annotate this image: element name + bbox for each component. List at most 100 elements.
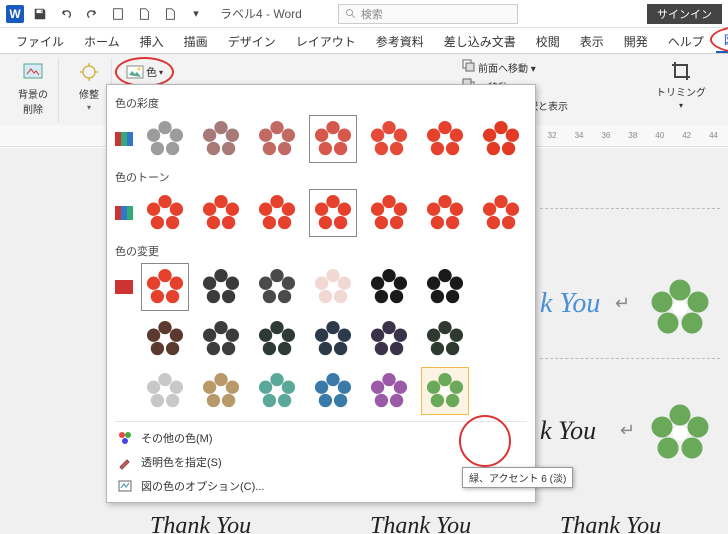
thank-you-script: k You <box>540 288 600 320</box>
search-icon <box>345 8 357 20</box>
flower-image[interactable] <box>650 278 710 338</box>
crop-button[interactable]: トリミング ▾ <box>652 58 710 112</box>
tone-swatch[interactable] <box>253 189 301 237</box>
saturation-swatch[interactable] <box>141 115 189 163</box>
recolor-swatch[interactable] <box>141 263 189 311</box>
saturation-swatch[interactable] <box>197 115 245 163</box>
recolor-swatch[interactable] <box>421 315 469 363</box>
recolor-row <box>115 261 527 313</box>
tone-heading: 色のトーン <box>115 169 527 185</box>
tab-draw[interactable]: 描画 <box>176 30 216 53</box>
saturation-swatch[interactable] <box>253 115 301 163</box>
eyedropper-icon <box>117 454 133 470</box>
document-title: ラベル4 - Word <box>220 5 302 22</box>
title-bar: W ▾ ラベル4 - Word 検索 サインイン <box>0 0 728 28</box>
recolor-lead-icon <box>115 280 133 294</box>
recolor-lead-icon <box>115 384 133 398</box>
saturation-heading: 色の彩度 <box>115 95 527 111</box>
recolor-swatch[interactable] <box>421 367 469 415</box>
remove-background-button[interactable]: 背景の 削除 <box>14 58 52 118</box>
new-icon[interactable] <box>134 4 154 24</box>
color-label: 色 <box>146 64 157 80</box>
set-transparent-label: 透明色を指定(S) <box>141 454 222 470</box>
thank-you-serif: k You <box>540 416 596 446</box>
color-button[interactable]: 色 ▾ <box>120 60 169 84</box>
recolor-swatch[interactable] <box>141 315 189 363</box>
tab-layout[interactable]: レイアウト <box>288 30 364 53</box>
tab-home[interactable]: ホーム <box>76 30 128 53</box>
recolor-heading: 色の変更 <box>115 243 527 259</box>
recolor-swatch[interactable] <box>365 315 413 363</box>
tab-references[interactable]: 参考資料 <box>368 30 432 53</box>
tab-help[interactable]: ヘルプ <box>660 30 712 53</box>
crop-label: トリミング <box>656 84 706 99</box>
color-options-label: 図の色のオプション(C)... <box>141 478 264 494</box>
recolor-swatch[interactable] <box>253 263 301 311</box>
color-dropdown: 色の彩度 色のトーン 色の変更 その他の色(M) 透明色を指定(S) 図の色のオ… <box>106 84 536 503</box>
remove-bg-icon <box>21 60 45 84</box>
tone-swatch[interactable] <box>141 189 189 237</box>
undo-icon[interactable] <box>56 4 76 24</box>
search-placeholder: 検索 <box>361 6 383 22</box>
saturation-swatch[interactable] <box>309 115 357 163</box>
open-icon[interactable] <box>160 4 180 24</box>
paragraph-mark-icon: ↵ <box>620 420 635 441</box>
app-icon: W <box>6 5 24 23</box>
signin-button[interactable]: サインイン <box>647 4 722 24</box>
crop-icon <box>670 60 692 82</box>
tab-mailings[interactable]: 差し込み文書 <box>436 30 524 53</box>
recolor-lead-icon <box>115 332 133 346</box>
group-remove-background: 背景の 削除 <box>8 58 59 122</box>
bring-forward-button[interactable]: 前面へ移動 ▾ <box>461 58 568 75</box>
recolor-swatch[interactable] <box>365 263 413 311</box>
tone-swatch[interactable] <box>365 189 413 237</box>
recolor-swatch[interactable] <box>365 367 413 415</box>
saturation-lead-icon <box>115 132 133 146</box>
recolor-swatch[interactable] <box>197 263 245 311</box>
tone-swatch[interactable] <box>477 189 525 237</box>
recolor-swatch[interactable] <box>253 315 301 363</box>
corrections-label: 修整 <box>79 86 99 101</box>
recolor-swatch[interactable] <box>253 367 301 415</box>
tab-review[interactable]: 校閲 <box>528 30 568 53</box>
search-input[interactable]: 検索 <box>338 4 518 24</box>
tab-design[interactable]: デザイン <box>220 30 284 53</box>
tab-insert[interactable]: 挿入 <box>132 30 172 53</box>
corrections-icon <box>77 60 101 84</box>
redo-icon[interactable] <box>82 4 102 24</box>
ribbon-tabs: ファイル ホーム 挿入 描画 デザイン レイアウト 参考資料 差し込み文書 校閲… <box>0 28 728 54</box>
save-icon[interactable] <box>30 4 50 24</box>
recolor-swatch[interactable] <box>309 315 357 363</box>
recolor-swatch[interactable] <box>197 367 245 415</box>
recolor-row <box>115 365 527 417</box>
tone-row <box>115 187 527 239</box>
touch-icon[interactable] <box>108 4 128 24</box>
more-colors-item[interactable]: その他の色(M) <box>115 426 527 450</box>
tab-file[interactable]: ファイル <box>8 30 72 53</box>
tone-swatch[interactable] <box>421 189 469 237</box>
tab-view[interactable]: 表示 <box>572 30 612 53</box>
saturation-swatch[interactable] <box>477 115 525 163</box>
recolor-swatch[interactable] <box>309 263 357 311</box>
saturation-swatch[interactable] <box>365 115 413 163</box>
recolor-swatch[interactable] <box>309 367 357 415</box>
recolor-swatch[interactable] <box>197 315 245 363</box>
saturation-row <box>115 113 527 165</box>
tone-swatch[interactable] <box>309 189 357 237</box>
thank-you-serif: Thank You <box>150 513 251 534</box>
tab-picture-format[interactable]: 図の形式 <box>716 28 728 53</box>
thank-you-serif: Thank You <box>560 513 661 534</box>
flower-image[interactable] <box>650 403 710 463</box>
saturation-swatch[interactable] <box>421 115 469 163</box>
tone-lead-icon <box>115 206 133 220</box>
chevron-down-icon[interactable]: ▾ <box>186 4 206 24</box>
tone-swatch[interactable] <box>197 189 245 237</box>
thank-you-serif: Thank You <box>370 513 471 534</box>
recolor-swatch[interactable] <box>141 367 189 415</box>
corrections-button[interactable]: 修整 ▾ <box>73 58 105 114</box>
recolor-row <box>115 313 527 365</box>
recolor-swatch[interactable] <box>421 263 469 311</box>
annotation-circle <box>115 57 174 87</box>
more-colors-label: その他の色(M) <box>141 430 213 446</box>
tab-developer[interactable]: 開発 <box>616 30 656 53</box>
